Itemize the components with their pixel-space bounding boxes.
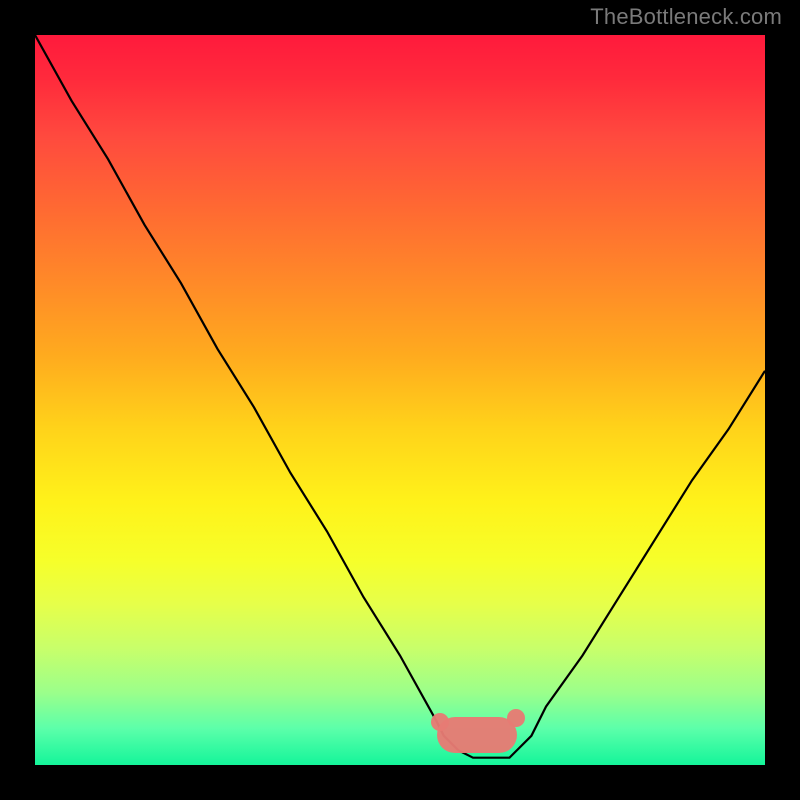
- curve-svg: [35, 35, 765, 765]
- chart-plot-area: [35, 35, 765, 765]
- optimal-zone-right-dot: [507, 709, 525, 727]
- watermark-text: TheBottleneck.com: [590, 4, 782, 30]
- optimal-zone-left-dot: [431, 713, 449, 731]
- bottleneck-curve: [35, 35, 765, 758]
- chart-container: [35, 35, 765, 765]
- optimal-zone-marker: [437, 717, 517, 753]
